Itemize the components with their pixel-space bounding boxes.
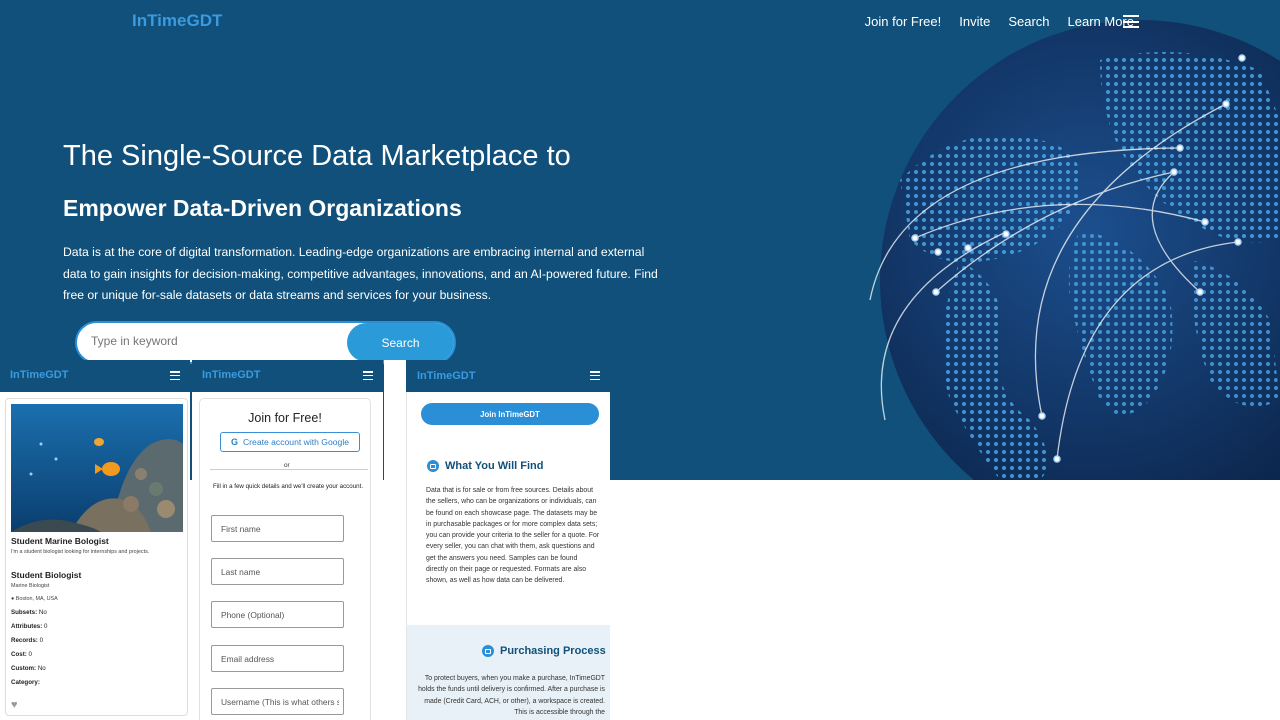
username-field[interactable] xyxy=(211,688,344,715)
info-panel: InTimeGDT Join InTimeGDT What You Will F… xyxy=(384,360,610,720)
field-row: Category: xyxy=(11,679,40,686)
panel-gap xyxy=(384,360,406,366)
keyword-search-input[interactable] xyxy=(91,334,341,348)
purchasing-process-heading: Purchasing Process xyxy=(482,645,606,657)
join-title: Join for Free! xyxy=(248,411,322,425)
brand-logo[interactable]: InTimeGDT xyxy=(132,11,222,31)
last-name-field[interactable] xyxy=(211,558,344,585)
join-intimegdt-button[interactable]: Join InTimeGDT xyxy=(421,403,599,425)
mobile-header: InTimeGDT xyxy=(406,360,610,392)
section1-title: What You Will Find xyxy=(445,460,544,472)
nav-invite-link[interactable]: Invite xyxy=(959,14,990,29)
phone-field[interactable] xyxy=(211,601,344,628)
profile-location: Boston, MA, USA xyxy=(15,596,58,602)
what-you-will-find-heading: What You Will Find xyxy=(427,460,543,472)
google-icon: G xyxy=(230,437,238,447)
heart-icon[interactable]: ♥ xyxy=(11,699,18,711)
hero-headline: The Single-Source Data Marketplace to xyxy=(63,140,571,172)
last-name-input[interactable] xyxy=(221,567,339,577)
divider xyxy=(210,469,368,470)
mobile-header: InTimeGDT xyxy=(0,360,190,392)
nav-join-link[interactable]: Join for Free! xyxy=(865,14,942,29)
profile-role: Marine Biologist xyxy=(11,583,50,589)
field-row: Cost: 0 xyxy=(11,651,32,658)
cart-icon xyxy=(482,645,494,657)
field-row: Attributes: 0 xyxy=(11,623,48,630)
profile-panel: InTimeGDT Student Marine Bologist I'm a xyxy=(0,360,190,720)
profile-name: Student Biologist xyxy=(11,570,82,580)
join-panel: InTimeGDT Join for Free! G Create accoun… xyxy=(192,360,383,720)
google-signup-button[interactable]: G Create account with Google xyxy=(220,432,360,452)
coral-reef-image xyxy=(11,404,183,532)
section2-text: To protect buyers, when you make a purch… xyxy=(418,675,605,716)
first-name-field[interactable] xyxy=(211,515,344,542)
section2-title: Purchasing Process xyxy=(500,645,606,657)
username-input[interactable] xyxy=(221,697,339,707)
search-button[interactable]: Search xyxy=(347,323,454,362)
fill-instructions: Fill in a few quick details and we'll cr… xyxy=(212,483,364,490)
brand-logo[interactable]: InTimeGDT xyxy=(10,369,68,381)
field-row: Custom: No xyxy=(11,665,46,672)
profile-card[interactable]: Student Marine Bologist I'm a student bi… xyxy=(5,398,188,716)
field-row: Subsets: No xyxy=(11,609,47,616)
profile-title: Student Marine Bologist xyxy=(11,536,109,546)
phone-input[interactable] xyxy=(221,610,339,620)
join-form-card: Join for Free! G Create account with Goo… xyxy=(199,398,371,720)
hero-description: Data is at the core of digital transform… xyxy=(63,245,658,302)
document-icon xyxy=(427,460,439,472)
top-navbar: InTimeGDT Join for Free! Invite Search L… xyxy=(0,0,1280,44)
mobile-header: InTimeGDT xyxy=(192,360,383,392)
field-row: Records: 0 xyxy=(11,637,44,644)
or-text: or xyxy=(278,462,296,469)
hamburger-menu-icon[interactable] xyxy=(590,371,600,381)
hero-subheadline: Empower Data-Driven Organizations xyxy=(63,195,462,221)
brand-logo[interactable]: InTimeGDT xyxy=(202,369,260,381)
info-content: Join InTimeGDT What You Will Find Data t… xyxy=(406,392,610,720)
nav-search-link[interactable]: Search xyxy=(1008,14,1049,29)
first-name-input[interactable] xyxy=(221,524,339,534)
hero-search-bar: Search xyxy=(75,321,456,364)
hamburger-menu-icon[interactable] xyxy=(1123,15,1139,28)
email-field[interactable] xyxy=(211,645,344,672)
section1-text: Data that is for sale or from free sourc… xyxy=(426,487,600,585)
hamburger-menu-icon[interactable] xyxy=(170,371,180,381)
email-input[interactable] xyxy=(221,654,339,664)
profile-subtitle: I'm a student biologist looking for inte… xyxy=(11,549,150,555)
nav-links: Join for Free! Invite Search Learn More xyxy=(865,14,1134,29)
google-signup-label: Create account with Google xyxy=(242,437,350,447)
location-pin-icon: ● xyxy=(11,596,15,602)
brand-logo[interactable]: InTimeGDT xyxy=(417,370,475,382)
profile-location-row: ● Boston, MA, USA xyxy=(11,596,58,602)
hamburger-menu-icon[interactable] xyxy=(363,371,373,381)
